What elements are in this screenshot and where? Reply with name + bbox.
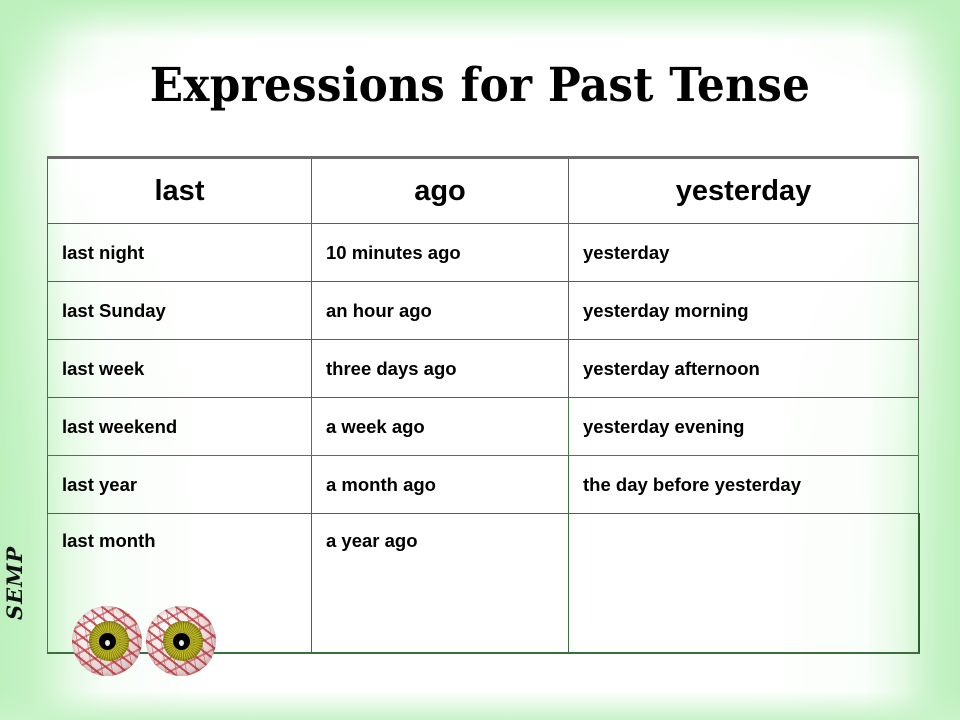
cell-yesterday: yesterday afternoon	[568, 339, 919, 398]
cell-ago: three days ago	[311, 339, 569, 398]
column-header-ago: ago	[311, 156, 569, 224]
author-signature: SEMP	[2, 545, 27, 620]
past-tense-expressions-table: last ago yesterday last night 10 minutes…	[47, 156, 920, 654]
cell-yesterday: yesterday	[568, 223, 919, 282]
table-row: last night 10 minutes ago yesterday	[47, 223, 919, 282]
eyeball-highlight	[179, 640, 184, 646]
cell-last: last night	[47, 223, 312, 282]
table-row: last year a month ago the day before yes…	[47, 455, 919, 514]
page-title: Expressions for Past Tense	[149, 58, 811, 113]
slide-canvas: Expressions for Past Tense last ago yest…	[0, 0, 960, 720]
eyeball-highlight	[105, 640, 110, 646]
eyeball-icon-left	[72, 606, 142, 676]
table-header-row: last ago yesterday	[47, 156, 919, 224]
cell-yesterday: yesterday morning	[568, 281, 919, 340]
cell-ago: a week ago	[311, 397, 569, 456]
column-header-yesterday: yesterday	[568, 156, 919, 224]
cell-ago: a year ago	[311, 513, 569, 654]
cell-last: last year	[47, 455, 312, 514]
column-header-last: last	[47, 156, 312, 224]
table-row: last Sunday an hour ago yesterday mornin…	[47, 281, 919, 340]
cell-ago: an hour ago	[311, 281, 569, 340]
table-body: last night 10 minutes ago yesterday last…	[47, 223, 920, 654]
cell-ago: 10 minutes ago	[311, 223, 569, 282]
cell-yesterday: the day before yesterday	[568, 455, 919, 514]
cell-ago: a month ago	[311, 455, 569, 514]
cell-yesterday: yesterday evening	[568, 397, 919, 456]
table-row: last week three days ago yesterday after…	[47, 339, 919, 398]
cell-last: last week	[47, 339, 312, 398]
table-row: last weekend a week ago yesterday evenin…	[47, 397, 919, 456]
eyeball-icon-right	[146, 606, 216, 676]
cell-yesterday	[568, 513, 920, 654]
cell-last: last Sunday	[47, 281, 312, 340]
table-header: last ago yesterday	[47, 156, 919, 224]
cell-last: last weekend	[47, 397, 312, 456]
